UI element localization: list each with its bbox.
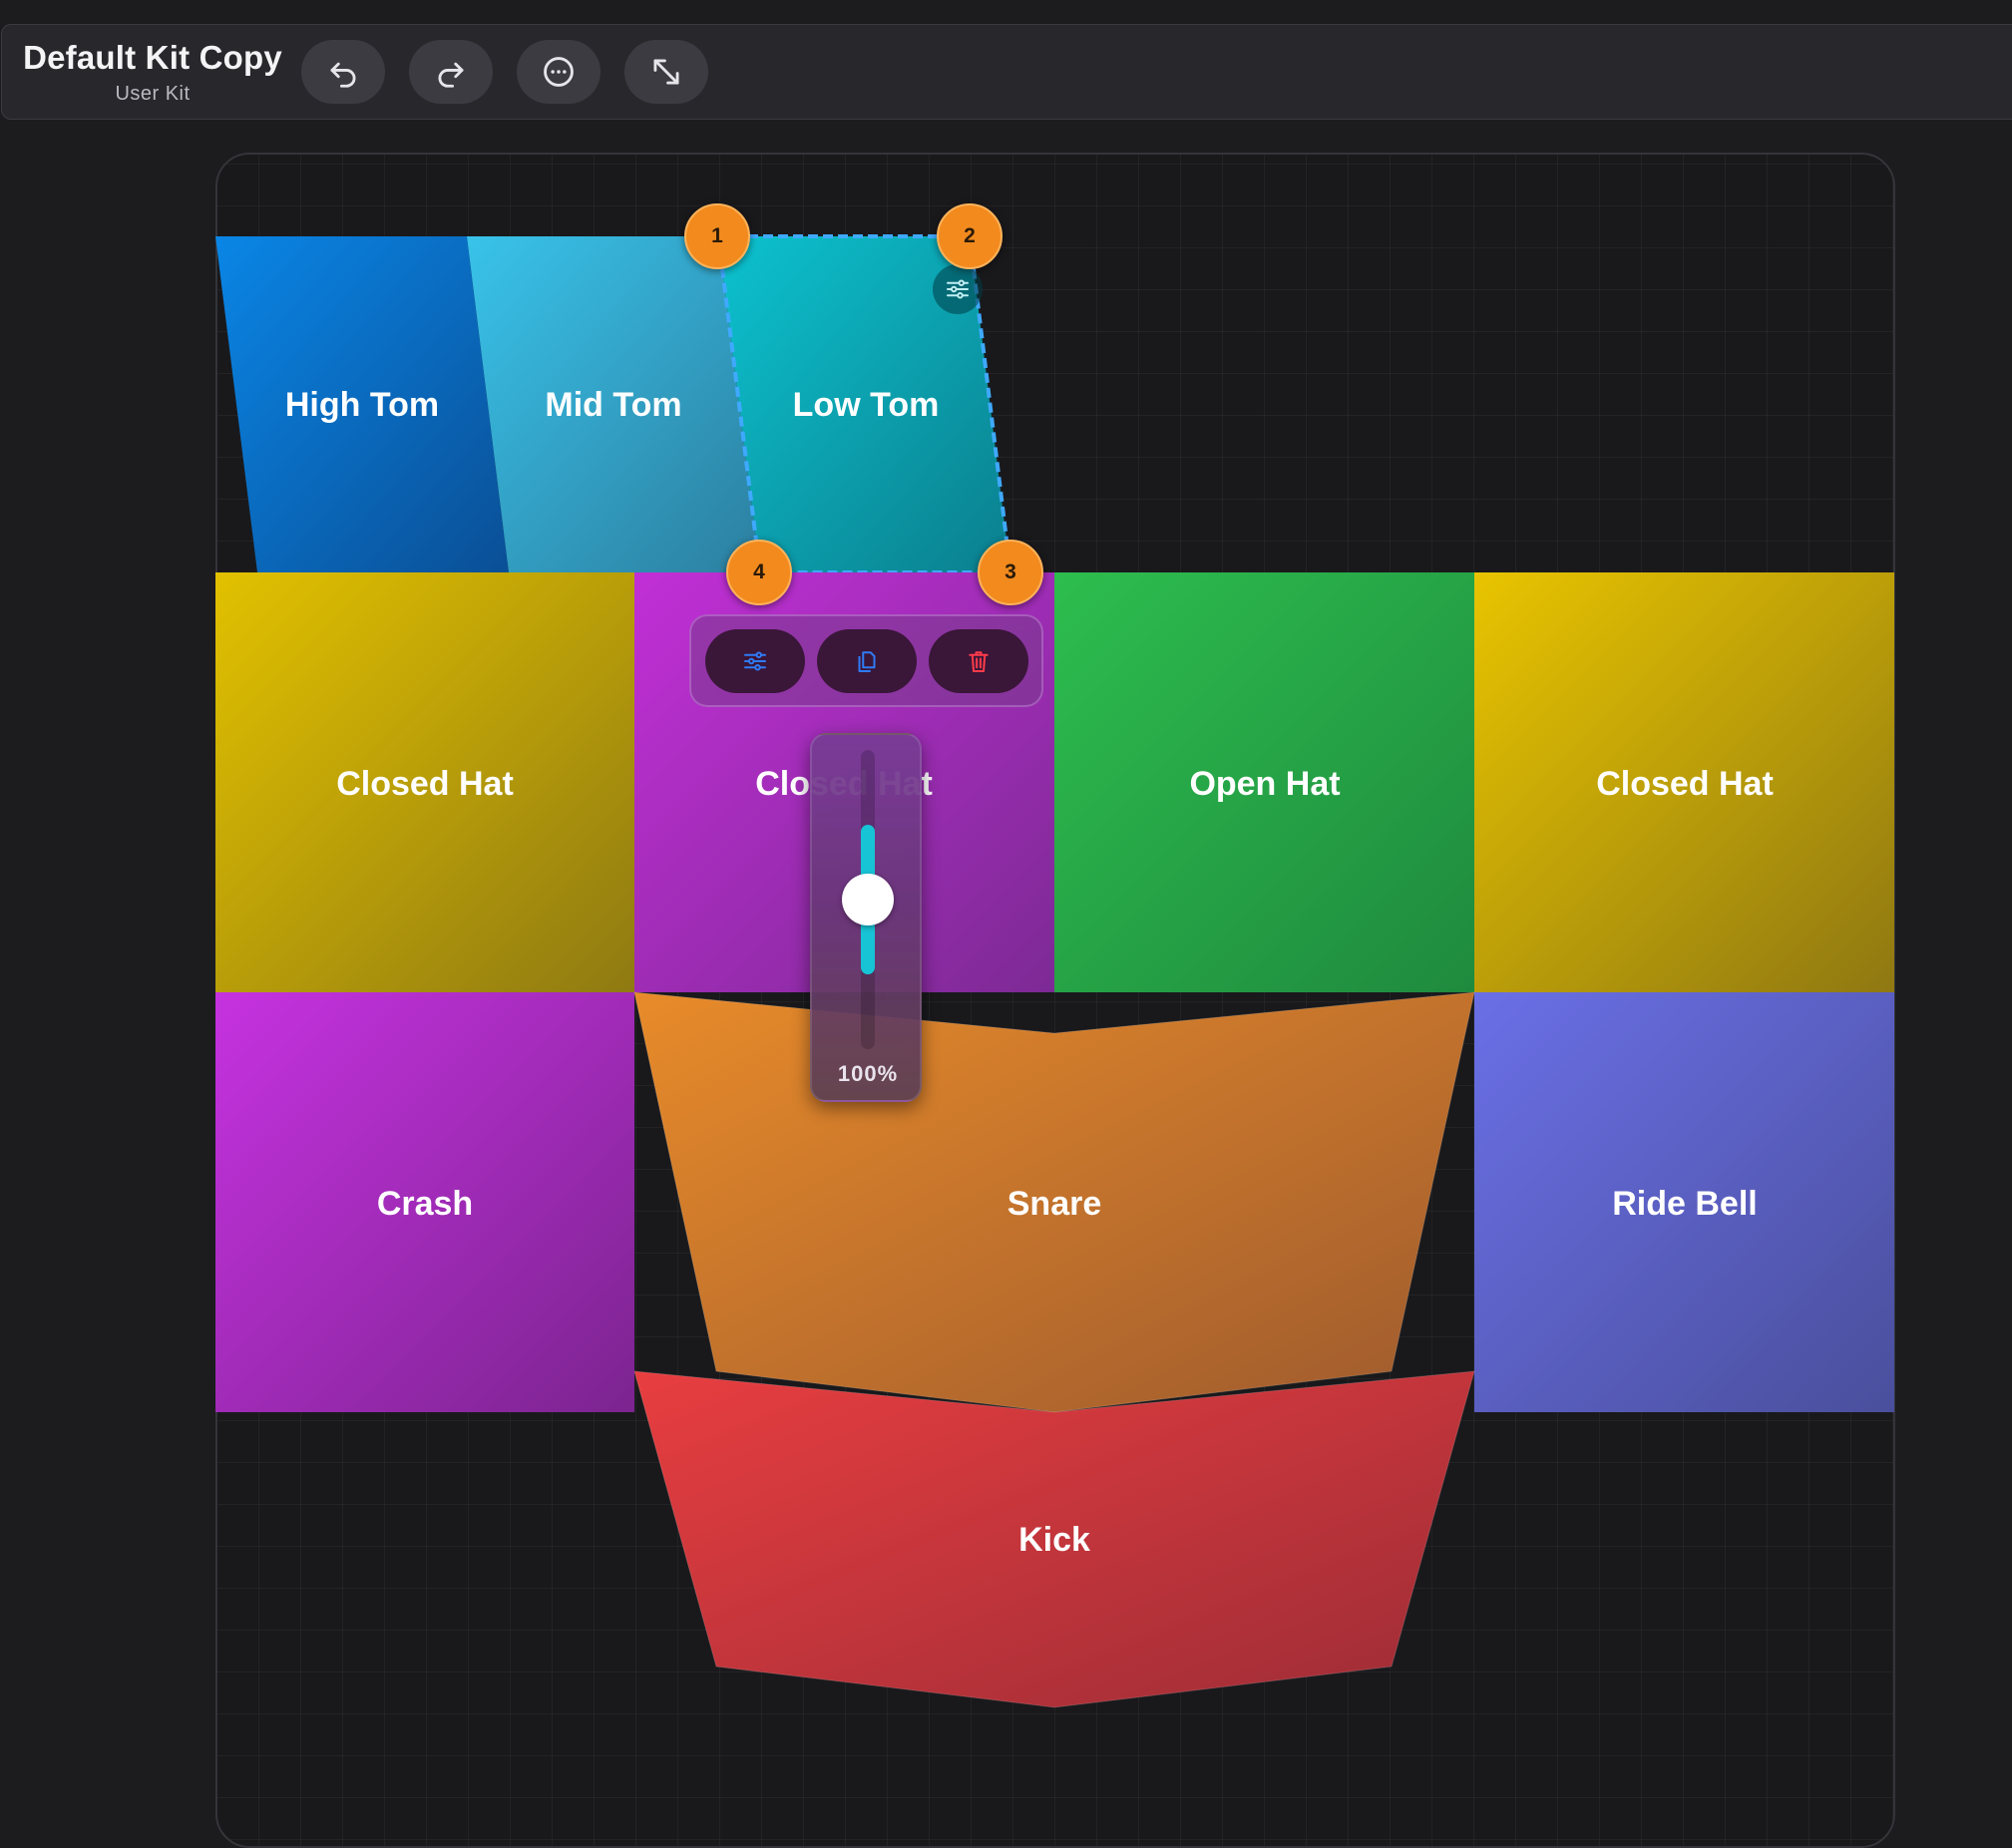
pad-action-bar [689, 614, 1043, 707]
pad-ride-bell[interactable]: Ride Bell [1474, 992, 1894, 1412]
pad-settings-button[interactable] [705, 629, 805, 693]
pad-closed-hat-right[interactable]: Closed Hat [1474, 572, 1894, 992]
pad-snare[interactable]: Snare [633, 991, 1475, 1413]
pad-high-tom[interactable]: High Tom [215, 236, 509, 572]
pad-layout: High Tom Mid Tom Low Tom Closed Hat Clos… [215, 234, 1894, 1708]
svg-text:Crash: Crash [377, 1185, 473, 1223]
pad-mid-tom[interactable]: Mid Tom [467, 236, 760, 572]
corner-handle-4[interactable]: 4 [726, 540, 792, 605]
pad-crash[interactable]: Crash [215, 992, 634, 1412]
duplicate-pad-button[interactable] [817, 629, 917, 693]
pad-kick[interactable]: Kick [633, 1370, 1475, 1708]
volume-slider-panel: 100% [810, 733, 922, 1102]
volume-value: 100% [837, 1061, 899, 1086]
svg-text:Ride Bell: Ride Bell [1612, 1185, 1757, 1223]
low-tom-settings-button[interactable] [933, 264, 983, 314]
pad-closed-hat-left[interactable]: Closed Hat [215, 572, 634, 992]
corner-handle-2[interactable]: 2 [937, 203, 1003, 269]
sliders-icon [947, 279, 969, 299]
trash-icon [969, 651, 989, 672]
volume-thumb[interactable] [842, 874, 894, 925]
duplicate-icon [858, 651, 876, 672]
svg-text:Closed Hat: Closed Hat [1596, 765, 1774, 803]
svg-text:Snare: Snare [1007, 1185, 1102, 1223]
svg-text:Low Tom: Low Tom [793, 386, 940, 424]
delete-pad-button[interactable] [929, 629, 1028, 693]
svg-text:Closed Hat: Closed Hat [336, 765, 514, 803]
pad-open-hat[interactable]: Open Hat [1054, 572, 1474, 992]
svg-text:Open Hat: Open Hat [1189, 765, 1340, 803]
svg-text:High Tom: High Tom [285, 386, 439, 424]
corner-handle-1[interactable]: 1 [684, 203, 750, 269]
corner-handle-3[interactable]: 3 [978, 540, 1043, 605]
svg-text:Kick: Kick [1018, 1521, 1090, 1559]
svg-text:Mid Tom: Mid Tom [545, 386, 681, 424]
sliders-icon [744, 651, 766, 671]
